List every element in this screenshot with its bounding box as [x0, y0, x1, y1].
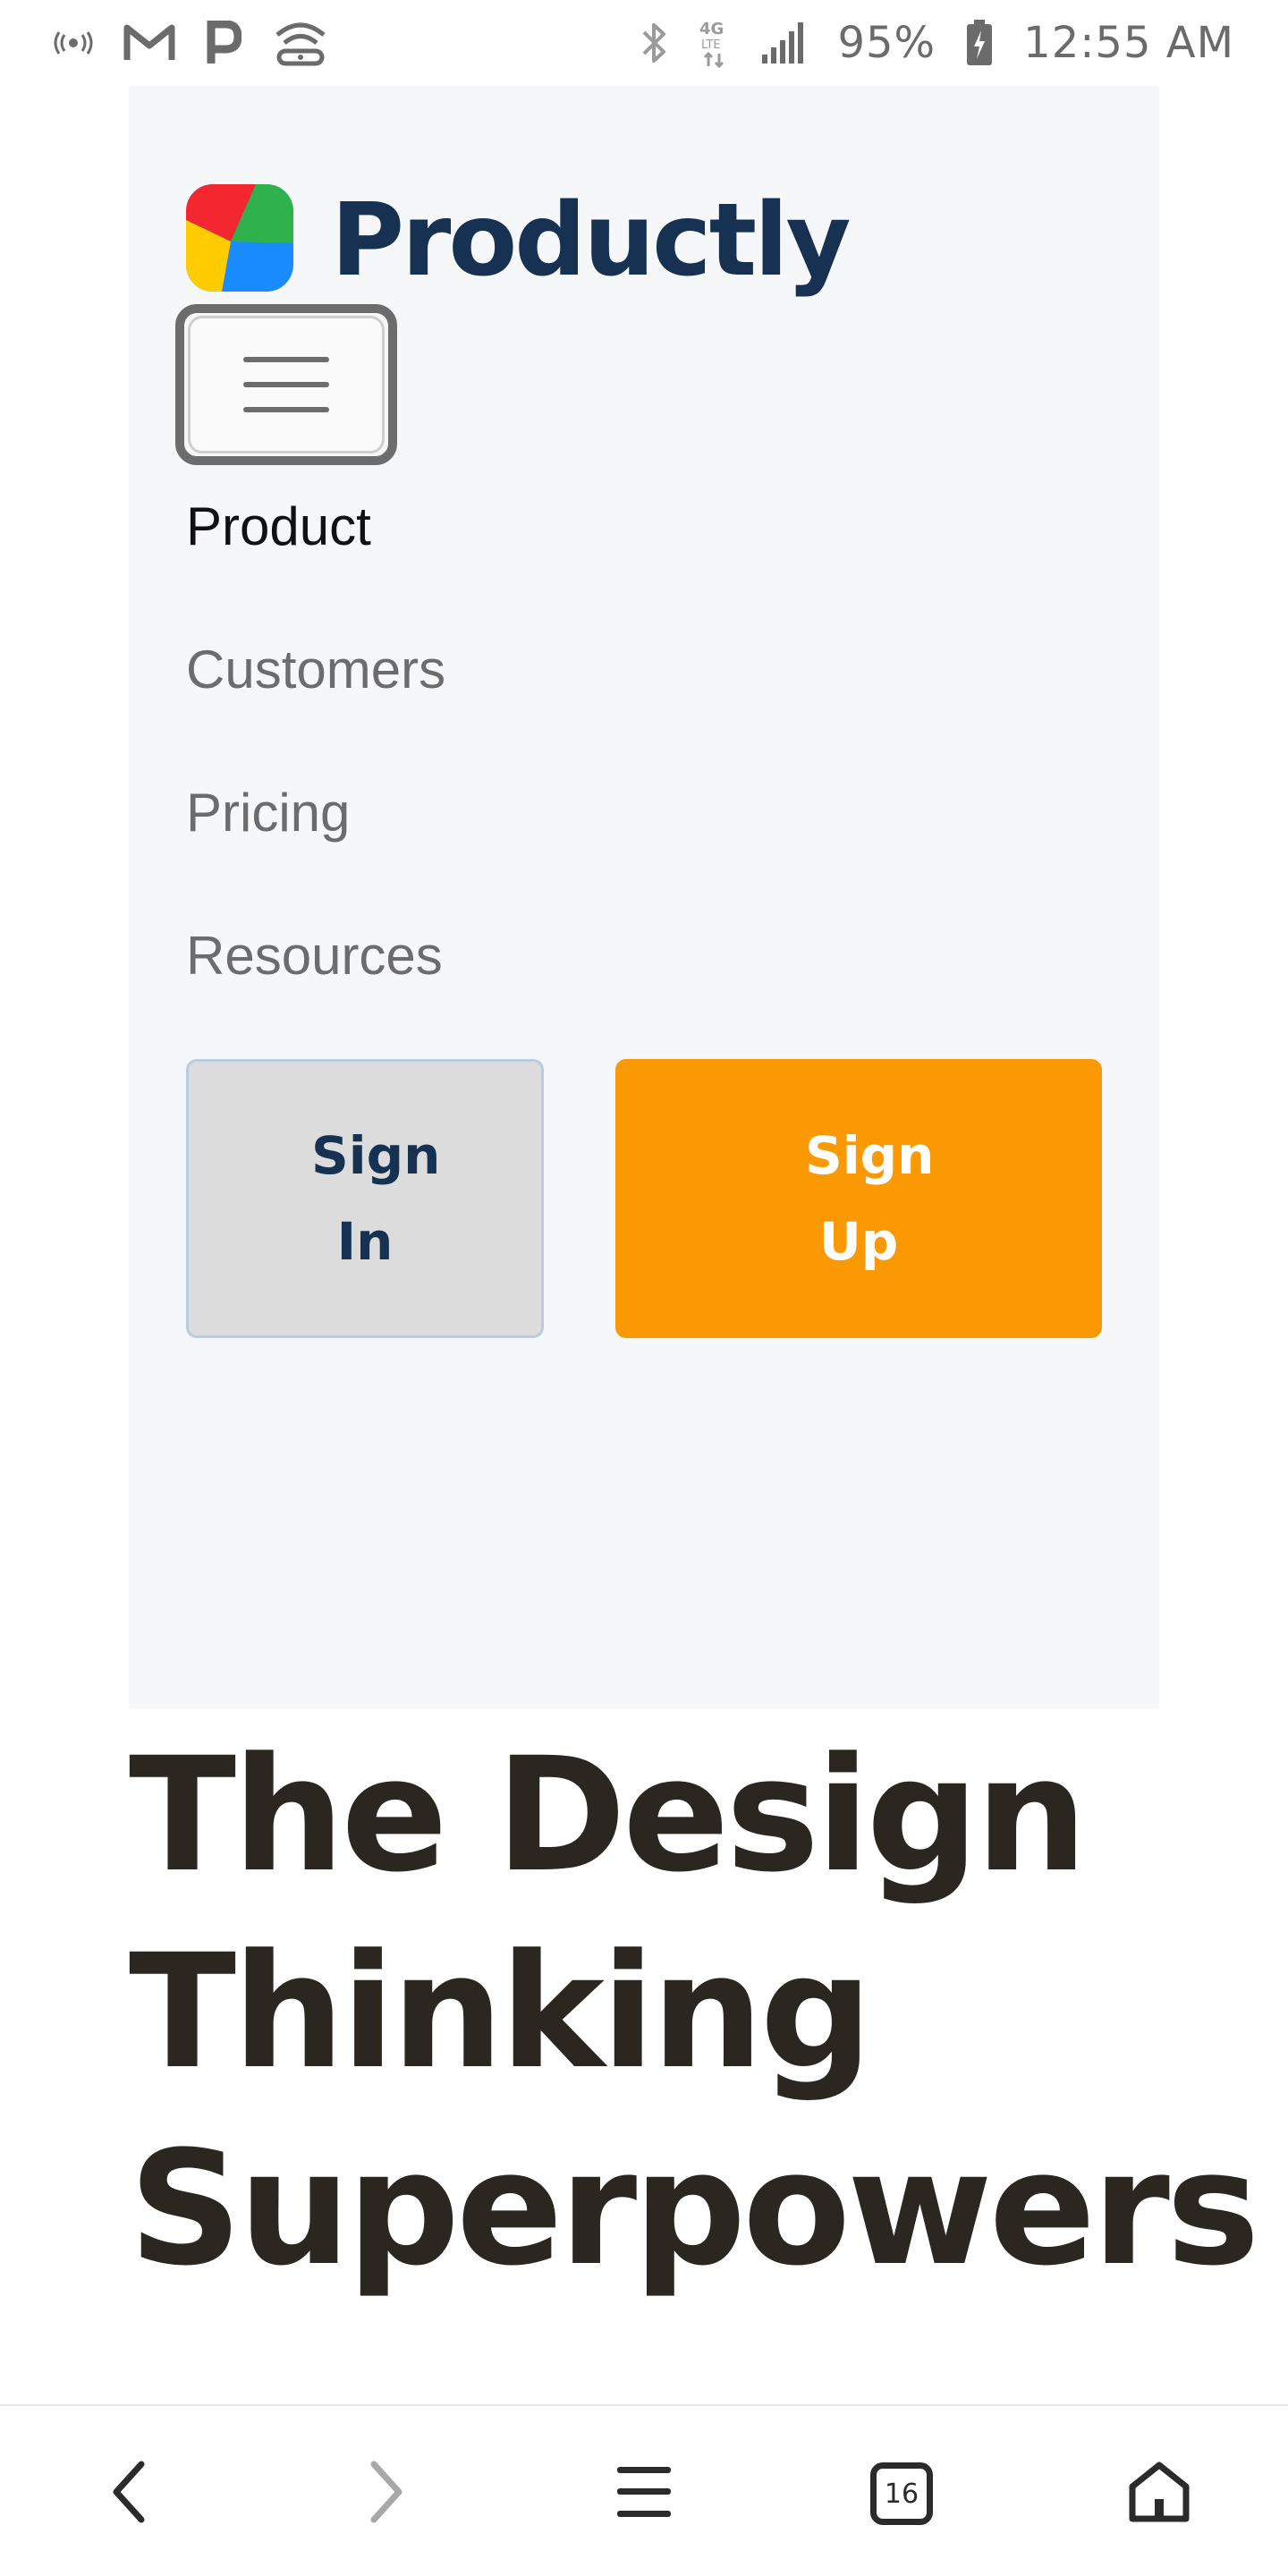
- hero-title-line: Superpowers: [129, 2117, 1260, 2301]
- hamburger-icon: [188, 316, 385, 453]
- battery-percentage: 95%: [837, 18, 936, 68]
- back-button[interactable]: [93, 2458, 165, 2529]
- tab-count: 16: [884, 2478, 919, 2510]
- home-icon: [1127, 2460, 1191, 2529]
- brand-home-link[interactable]: Productly: [186, 182, 851, 299]
- gmail-icon: [123, 22, 175, 64]
- forward-button[interactable]: [351, 2458, 422, 2529]
- productly-logo-icon: [186, 184, 293, 296]
- hero-title-line: Thinking: [129, 1920, 873, 2104]
- sign-in-label-line2: In: [336, 1211, 394, 1272]
- forward-icon: [369, 2461, 404, 2528]
- hero-title-line: The Design: [129, 1724, 1088, 1907]
- wifi-hotspot-icon: [272, 19, 329, 67]
- sign-up-label-line2: Up: [818, 1211, 899, 1272]
- nfc-icon: [54, 30, 93, 56]
- sign-up-button[interactable]: Sign Up: [615, 1059, 1102, 1338]
- browser-menu-button[interactable]: [608, 2458, 680, 2529]
- nav-link-customers[interactable]: Customers: [186, 639, 445, 700]
- svg-text:4G: 4G: [699, 20, 724, 38]
- parking-icon: [206, 21, 242, 65]
- nav-link-product[interactable]: Product: [186, 496, 371, 557]
- status-bar: 4G LTE 95% 12:55 AM: [0, 0, 1288, 86]
- signal-icon: [760, 22, 807, 64]
- status-bar-left: [54, 19, 329, 67]
- sign-in-button[interactable]: Sign In: [186, 1059, 544, 1338]
- browser-bottom-bar: 16: [0, 2404, 1288, 2576]
- 4g-lte-icon: 4G LTE: [698, 18, 730, 68]
- menu-icon: [615, 2463, 673, 2525]
- nav-panel: Productly Product Customers Pricing Reso…: [129, 86, 1159, 1708]
- back-icon: [111, 2461, 147, 2528]
- nav-link-pricing[interactable]: Pricing: [186, 782, 350, 843]
- nav-link-resources[interactable]: Resources: [186, 925, 443, 987]
- clock: 12:55 AM: [1023, 18, 1234, 68]
- battery-charging-icon: [966, 20, 993, 66]
- menu-toggle-button[interactable]: [175, 304, 397, 465]
- brand-name: Productly: [331, 182, 851, 299]
- sign-up-label-line1: Sign: [805, 1125, 935, 1186]
- status-bar-right: 4G LTE 95% 12:55 AM: [640, 18, 1234, 68]
- tabs-icon: 16: [870, 2462, 933, 2525]
- home-button[interactable]: [1123, 2458, 1195, 2529]
- bluetooth-icon: [640, 20, 667, 66]
- sign-in-label-line1: Sign: [311, 1125, 441, 1186]
- svg-text:LTE: LTE: [701, 38, 721, 52]
- hero-title: The Design Thinking Superpowers: [129, 1717, 1260, 2308]
- tabs-button[interactable]: 16: [866, 2458, 937, 2529]
